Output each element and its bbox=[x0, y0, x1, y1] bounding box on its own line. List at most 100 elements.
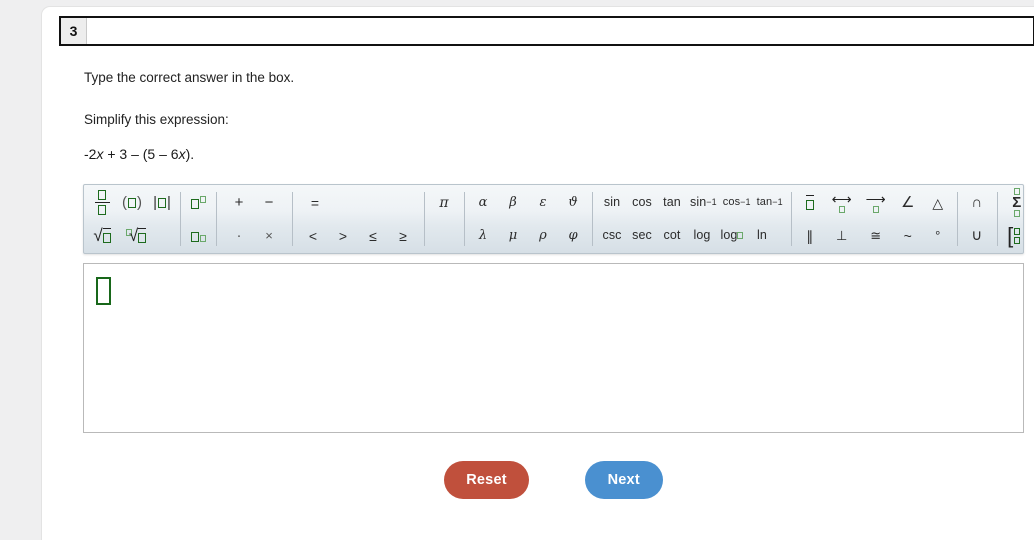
line-button[interactable]: ⟷ bbox=[825, 188, 859, 218]
log-button[interactable]: log bbox=[687, 221, 717, 251]
beta-button[interactable]: β bbox=[498, 188, 528, 218]
dot-multiply-button[interactable]: · bbox=[224, 221, 254, 251]
toolbar-row: ∥ ⊥ ≅ ~ ° bbox=[795, 219, 953, 252]
toolbar-row: π bbox=[429, 186, 459, 219]
tan-button[interactable]: tan bbox=[657, 188, 687, 218]
toolbar-row: + − bbox=[224, 186, 284, 219]
parentheses-icon: () bbox=[122, 194, 142, 211]
subscript-icon bbox=[190, 229, 206, 242]
log-base-button[interactable]: log bbox=[717, 221, 747, 251]
square-root-icon: √ bbox=[93, 227, 111, 244]
toolbar-group-relations: = < > ≤ ≥ bbox=[292, 185, 424, 253]
absolute-value-button[interactable]: | | bbox=[147, 188, 177, 218]
toolbar-row: · × bbox=[224, 219, 284, 252]
exponent-icon bbox=[190, 196, 206, 209]
toolbar-group-geometry: ⟷ ⟶ ∠ △ ∥ ⊥ ≅ ~ ° bbox=[790, 185, 957, 253]
expression-variable-2: x bbox=[178, 146, 186, 162]
toolbar-row bbox=[183, 186, 213, 219]
fraction-button[interactable] bbox=[87, 188, 117, 218]
csc-button[interactable]: csc bbox=[597, 221, 627, 251]
nth-root-button[interactable]: √ bbox=[117, 221, 155, 251]
parallel-button[interactable]: ∥ bbox=[795, 221, 825, 251]
toolbar-group-operators: + − · × bbox=[216, 185, 292, 253]
rho-button[interactable]: ρ bbox=[528, 221, 558, 251]
instruction-text: Type the correct answer in the box. bbox=[84, 70, 295, 85]
line-icon: ⟷ bbox=[832, 192, 852, 213]
toolbar-group-advanced: Σ [] bbox=[996, 185, 1023, 253]
intersection-button[interactable]: ∩ bbox=[962, 188, 992, 218]
nth-root-icon: √ bbox=[125, 227, 147, 244]
congruent-button[interactable]: ≅ bbox=[859, 221, 893, 251]
degree-button[interactable]: ° bbox=[923, 221, 953, 251]
times-button[interactable]: × bbox=[254, 221, 284, 251]
exponent-button[interactable] bbox=[183, 188, 213, 218]
answer-input-area[interactable] bbox=[83, 263, 1024, 433]
toolbar-row-empty bbox=[429, 219, 459, 252]
toolbar-row: = bbox=[298, 186, 418, 219]
angle-button[interactable]: ∠ bbox=[893, 188, 923, 218]
toolbar-group-trigonometry: sin cos tan sin −1 cos −1 tan −1 csc sec co… bbox=[592, 185, 791, 253]
square-root-button[interactable]: √ bbox=[87, 221, 117, 251]
pi-button[interactable]: π bbox=[429, 188, 459, 218]
toolbar-group-structures: () | | √ √ bbox=[84, 185, 180, 253]
question-card: 3 Type the correct answer in the box. Si… bbox=[41, 6, 1034, 540]
overline-button[interactable] bbox=[795, 188, 825, 218]
greater-than-button[interactable]: > bbox=[328, 221, 358, 251]
assessment-page: 3 Type the correct answer in the box. Si… bbox=[0, 0, 1034, 540]
ln-button[interactable]: ln bbox=[747, 221, 777, 251]
overline-icon bbox=[805, 195, 814, 210]
next-button[interactable]: Next bbox=[584, 461, 663, 499]
parentheses-button[interactable]: () bbox=[117, 188, 147, 218]
less-than-equal-button[interactable]: ≤ bbox=[358, 221, 388, 251]
cot-button[interactable]: cot bbox=[657, 221, 687, 251]
toolbar-row: ∩ bbox=[962, 186, 992, 219]
subscript-button[interactable] bbox=[183, 221, 213, 251]
toolbar-group-greek: α β ε ϑ λ μ ρ φ bbox=[464, 185, 592, 253]
arccos-button[interactable]: cos −1 bbox=[720, 188, 754, 218]
sin-button[interactable]: sin bbox=[597, 188, 627, 218]
plus-button[interactable]: + bbox=[224, 188, 254, 218]
toolbar-row: < > ≤ ≥ bbox=[298, 219, 418, 252]
question-number: 3 bbox=[61, 18, 87, 44]
phi-button[interactable]: φ bbox=[558, 221, 588, 251]
fraction-icon bbox=[94, 189, 110, 216]
toolbar-group-sets: ∩ ∪ bbox=[956, 185, 997, 253]
summation-icon: Σ bbox=[1012, 188, 1021, 217]
arctan-button[interactable]: tan −1 bbox=[754, 188, 786, 218]
toolbar-row: Σ bbox=[1002, 186, 1023, 219]
toolbar-row: ∪ bbox=[962, 219, 992, 252]
equals-button[interactable]: = bbox=[300, 188, 330, 218]
inverse-exponent: −1 bbox=[740, 197, 751, 207]
similar-button[interactable]: ~ bbox=[893, 221, 923, 251]
toolbar-row: ⟷ ⟶ ∠ △ bbox=[795, 186, 953, 219]
less-than-button[interactable]: < bbox=[298, 221, 328, 251]
reset-button[interactable]: Reset bbox=[444, 461, 529, 499]
inverse-exponent: −1 bbox=[772, 197, 783, 207]
mu-button[interactable]: μ bbox=[498, 221, 528, 251]
triangle-button[interactable]: △ bbox=[923, 188, 953, 218]
ray-button[interactable]: ⟶ bbox=[859, 188, 893, 218]
summation-button[interactable]: Σ bbox=[1002, 188, 1023, 218]
toolbar-group-exponents bbox=[180, 185, 216, 253]
perpendicular-button[interactable]: ⊥ bbox=[825, 221, 859, 251]
union-button[interactable]: ∪ bbox=[962, 221, 992, 251]
greater-than-equal-button[interactable]: ≥ bbox=[388, 221, 418, 251]
matrix-button[interactable]: [] bbox=[1002, 221, 1023, 251]
minus-button[interactable]: − bbox=[254, 188, 284, 218]
toolbar-row: () | | bbox=[87, 186, 177, 219]
expression-prefix: -2 bbox=[84, 146, 97, 162]
toolbar-row: √ √ bbox=[87, 219, 177, 252]
theta-button[interactable]: ϑ bbox=[558, 188, 588, 218]
empty-math-box[interactable] bbox=[96, 277, 111, 305]
sec-button[interactable]: sec bbox=[627, 221, 657, 251]
expression-suffix: ). bbox=[185, 146, 195, 162]
math-expression: -2x + 3 – (5 – 6x). bbox=[84, 146, 194, 162]
alpha-button[interactable]: α bbox=[468, 188, 498, 218]
lambda-button[interactable]: λ bbox=[468, 221, 498, 251]
math-equation-toolbar[interactable]: () | | √ √ + − · × = < > ≤ ≥ π α β ε ϑ λ… bbox=[83, 184, 1024, 254]
cos-button[interactable]: cos bbox=[627, 188, 657, 218]
epsilon-button[interactable]: ε bbox=[528, 188, 558, 218]
toolbar-row: λ μ ρ φ bbox=[468, 219, 588, 252]
arcsin-button[interactable]: sin −1 bbox=[687, 188, 720, 218]
toolbar-row: [] bbox=[1002, 219, 1023, 252]
